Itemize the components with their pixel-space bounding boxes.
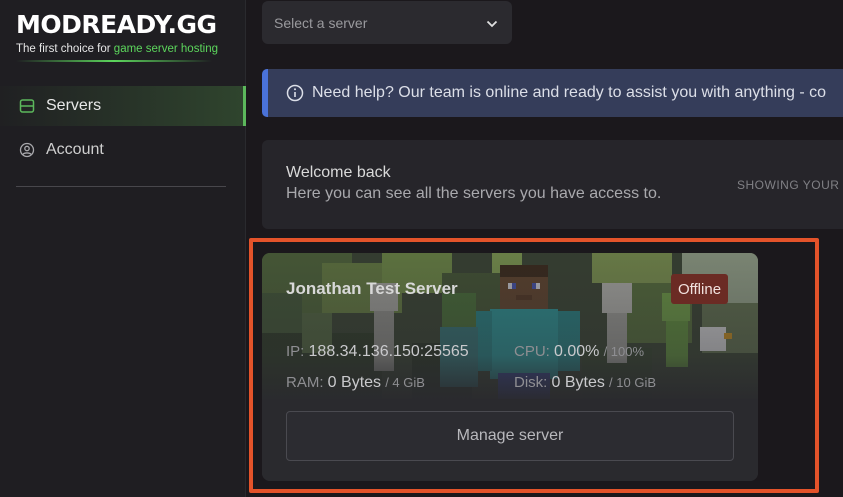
help-banner-text: Need help? Our team is online and ready … <box>312 84 827 101</box>
server-cpu-value: 0.00% <box>554 343 600 360</box>
showing-servers-label: SHOWING YOUR S <box>737 178 843 192</box>
status-badge: Offline <box>671 274 728 304</box>
manage-server-button[interactable]: Manage server <box>286 411 734 461</box>
server-card[interactable]: Jonathan Test Server Offline IP: 188.34.… <box>262 253 758 481</box>
sidebar-item-label: Account <box>46 141 104 158</box>
sidebar-divider <box>16 186 226 187</box>
server-cpu: CPU: 0.00% / 100% <box>514 343 645 360</box>
server-disk: Disk: 0 Bytes / 10 GiB <box>514 374 657 391</box>
logo-title: MODREADY.GG <box>16 10 217 39</box>
server-icon <box>18 97 36 115</box>
server-ram-value: 0 Bytes <box>327 374 382 391</box>
server-ram: RAM: 0 Bytes / 4 GiB <box>286 374 425 391</box>
sidebar-item-account[interactable]: Account <box>0 130 246 170</box>
logo-underline <box>16 60 212 62</box>
welcome-panel: Welcome back Here you can see all the se… <box>262 140 843 229</box>
help-banner: Need help? Our team is online and ready … <box>262 69 843 117</box>
sidebar-item-servers[interactable]: Servers <box>0 86 246 126</box>
user-circle-icon <box>18 141 36 159</box>
logo-tagline: The first choice for game server hosting <box>16 43 218 55</box>
server-disk-value: 0 Bytes <box>551 374 605 391</box>
chevron-down-icon <box>486 15 498 31</box>
sidebar: MODREADY.GG The first choice for game se… <box>0 0 246 497</box>
server-name: Jonathan Test Server <box>286 279 458 298</box>
server-select[interactable]: Select a server <box>262 1 512 44</box>
server-select-placeholder: Select a server <box>274 14 368 31</box>
info-icon <box>286 84 304 102</box>
server-ip-value: 188.34.136.150:25565 <box>308 343 469 360</box>
sidebar-item-label: Servers <box>46 97 102 114</box>
brand-logo[interactable]: MODREADY.GG The first choice for game se… <box>16 10 230 62</box>
server-ip: IP: 188.34.136.150:25565 <box>286 343 469 360</box>
